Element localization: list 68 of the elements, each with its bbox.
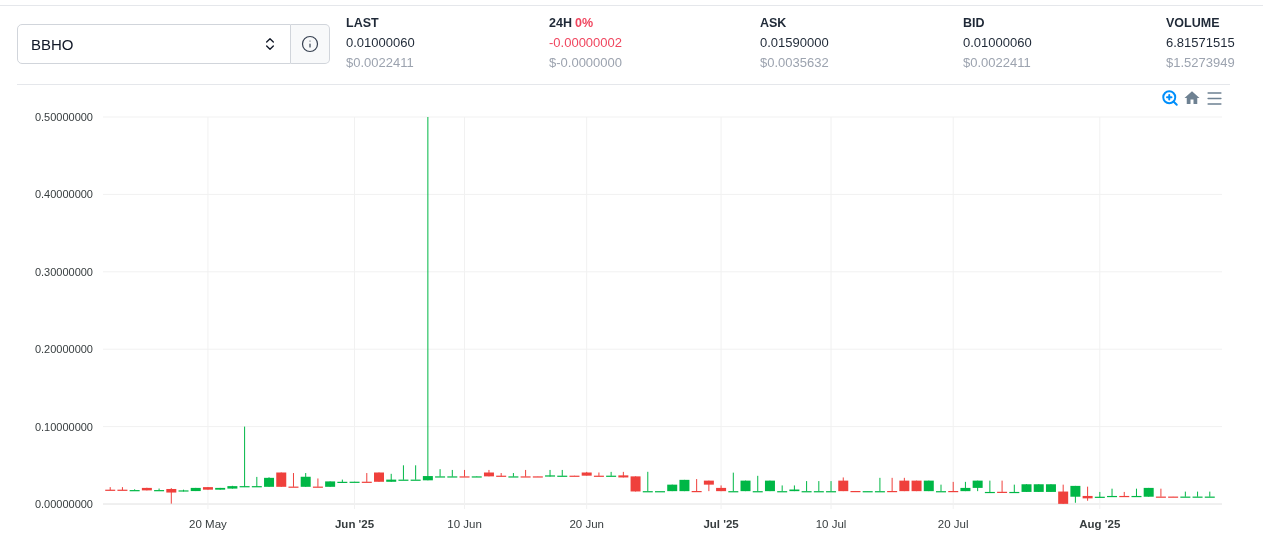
candle (1131, 488, 1142, 498)
usd-value: $0.0022411 (346, 55, 415, 70)
candle (997, 480, 1008, 493)
candle (1009, 484, 1020, 494)
candle (1021, 483, 1032, 493)
change-percent: 0% (574, 16, 593, 30)
pair-select[interactable]: BBHO (17, 24, 291, 64)
info-icon (301, 35, 319, 53)
axis-label: 0.40000000 (34, 188, 93, 201)
candle (545, 469, 556, 478)
candle (984, 480, 995, 494)
stat-value: 0.01000060 (963, 35, 1033, 50)
candle (288, 472, 299, 488)
axis-label: 0.20000000 (34, 343, 93, 356)
axis-label: 0.50000000 (34, 111, 93, 123)
usd-value: $-0.0000000 (549, 55, 623, 70)
axis-label: Aug '25 (1079, 518, 1121, 530)
candle (813, 480, 824, 493)
stat-label: VOLUME (1166, 16, 1220, 30)
candle (264, 476, 275, 488)
stat-label: 24H (549, 16, 572, 30)
candle (642, 471, 653, 493)
candle (923, 480, 934, 492)
candle (960, 481, 971, 492)
axis-label: 0.10000000 (34, 420, 93, 433)
candle (887, 477, 898, 493)
candle (276, 472, 287, 488)
stat-label: BID (963, 16, 985, 30)
candle (1107, 488, 1118, 498)
stat-value: -0.00000002 (549, 35, 623, 50)
stat-label: ASK (760, 16, 787, 30)
candle (691, 478, 702, 493)
axis-label: 0.30000000 (34, 265, 93, 278)
candle (1070, 485, 1081, 504)
candle (948, 481, 959, 493)
usd-value: $1.5273949 (1166, 55, 1236, 70)
stat-label: LAST (346, 16, 379, 30)
stat-value: 0.01000060 (346, 35, 416, 50)
axis-label: 10 Jul (815, 518, 847, 530)
usd-value: $0.0035632 (760, 55, 830, 70)
candle (1033, 483, 1044, 493)
axis-label: 0.00000000 (34, 498, 93, 510)
candle (936, 484, 946, 493)
axis-label: 20 Jul (937, 518, 969, 530)
stat-value: 6.81571515 (1166, 35, 1236, 50)
candle (972, 480, 983, 492)
usd-value: $0.0022411 (963, 55, 1032, 70)
info-button[interactable] (291, 24, 330, 64)
candle (374, 472, 384, 483)
zoom-icon[interactable] (1161, 89, 1179, 109)
axis-label: Jul '25 (703, 518, 739, 530)
axis-label: 10 Jun (447, 518, 482, 530)
axis-label: 20 Jun (569, 518, 604, 530)
candle (777, 484, 788, 493)
candle (1058, 484, 1069, 505)
stat-value: 0.01590000 (760, 35, 830, 50)
candle (911, 480, 922, 492)
candle (703, 480, 714, 492)
candle (826, 480, 837, 493)
candle (655, 490, 665, 493)
candle (435, 468, 446, 478)
candle (1045, 483, 1056, 493)
axis-label: 20 May (189, 518, 227, 530)
candle (1155, 488, 1166, 498)
axis-label: Jun '25 (335, 518, 375, 530)
candle (1143, 487, 1154, 498)
candle (447, 469, 458, 478)
candle (899, 477, 910, 492)
